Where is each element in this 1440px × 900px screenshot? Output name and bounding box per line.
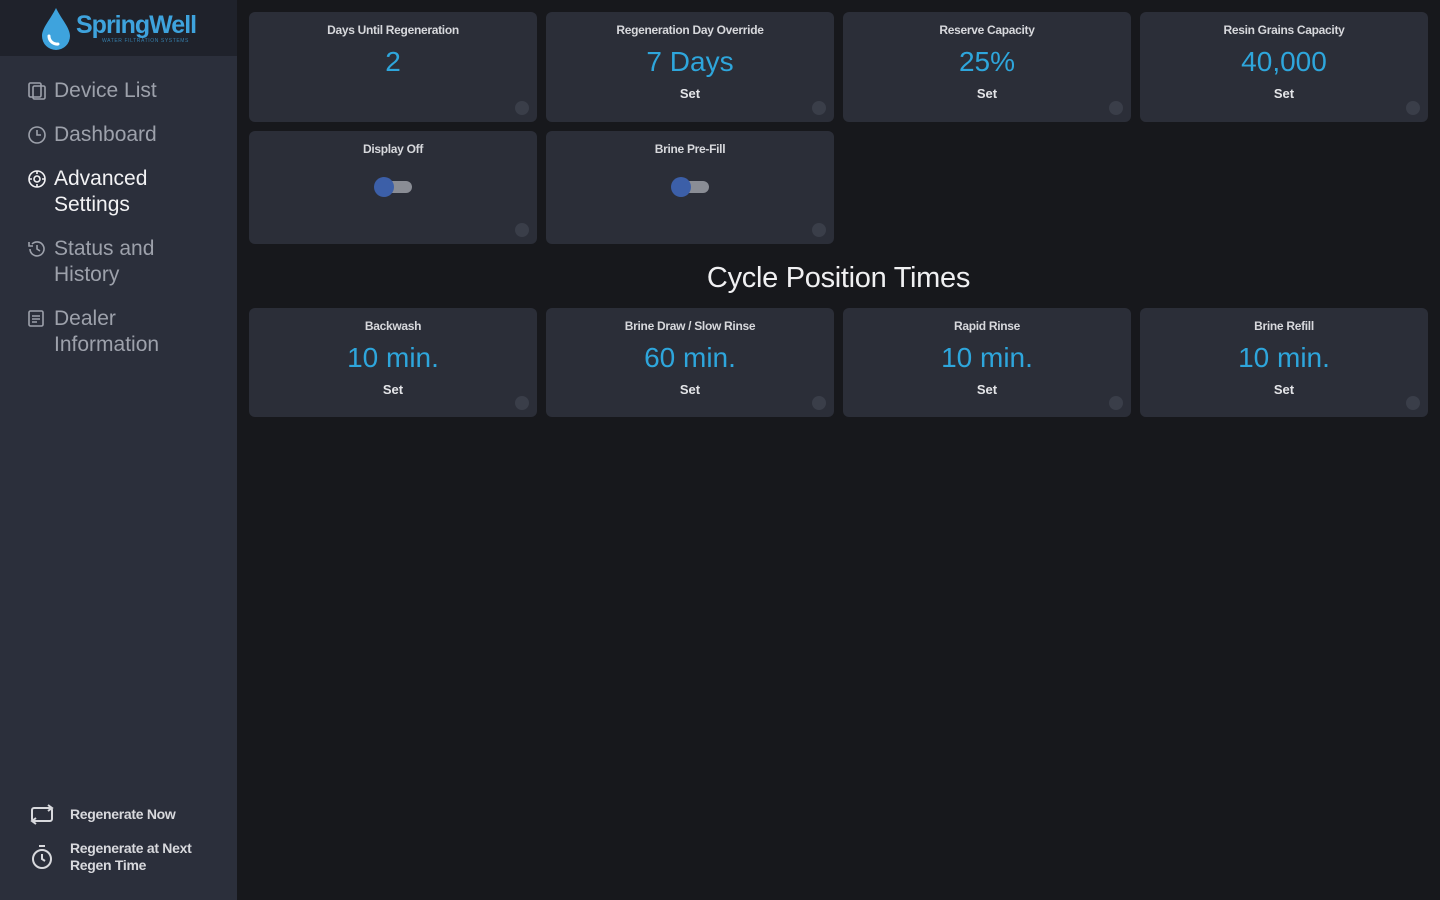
sidebar: SpringWell WATER FILTRATION SYSTEMS Devi…: [0, 0, 237, 900]
set-button[interactable]: Set: [383, 382, 403, 398]
action-label: Regenerate Now: [70, 805, 176, 822]
device-list-icon: [28, 82, 46, 100]
info-icon[interactable]: [515, 101, 529, 115]
set-button[interactable]: Set: [1274, 86, 1294, 102]
card-value: 10 min.: [1238, 342, 1330, 373]
sidebar-item-label: Device List: [54, 79, 157, 102]
info-icon[interactable]: [812, 396, 826, 410]
brand-tagline: WATER FILTRATION SYSTEMS: [102, 38, 189, 44]
card-value: 10 min.: [941, 342, 1033, 373]
sidebar-item-label: Dealer Information: [54, 307, 160, 356]
sidebar-nav: Device List Dashboard Advanced Settings …: [0, 78, 237, 376]
info-icon[interactable]: [1109, 101, 1123, 115]
sidebar-item-label: Advanced Settings: [54, 167, 148, 216]
info-icon[interactable]: [1109, 396, 1123, 410]
sidebar-item-label: Status and History: [54, 237, 155, 286]
card-value: 2: [385, 46, 401, 77]
card-title: Resin Grains Capacity: [1223, 23, 1345, 37]
card-value: 40,000: [1241, 46, 1327, 77]
brine-prefill-toggle[interactable]: [671, 177, 709, 197]
section-title: Cycle Position Times: [706, 262, 971, 294]
set-button[interactable]: Set: [1274, 382, 1294, 398]
info-icon[interactable]: [1406, 396, 1420, 410]
card-value: 60 min.: [644, 342, 736, 373]
info-icon[interactable]: [812, 223, 826, 237]
card-title: Brine Draw / Slow Rinse: [624, 319, 756, 333]
sidebar-item-dashboard[interactable]: Dashboard: [0, 122, 237, 148]
card-title: Rapid Rinse: [953, 319, 1021, 333]
card-title: Reserve Capacity: [939, 23, 1035, 37]
regenerate-now-button[interactable]: Regenerate Now: [0, 800, 237, 828]
info-icon[interactable]: [515, 396, 529, 410]
brine-refill-card: Brine Refill 10 min. Set: [1140, 308, 1428, 417]
sidebar-item-advanced-settings[interactable]: Advanced Settings: [0, 166, 237, 218]
card-title: Days Until Regeneration: [327, 23, 459, 37]
set-button[interactable]: Set: [977, 86, 997, 102]
info-icon[interactable]: [812, 101, 826, 115]
settings-icon: [28, 170, 46, 188]
regen-day-override-card: Regeneration Day Override 7 Days Set: [546, 12, 834, 122]
brine-draw-card: Brine Draw / Slow Rinse 60 min. Set: [546, 308, 834, 417]
display-off-card: Display Off: [249, 131, 537, 244]
card-value: 25%: [958, 46, 1016, 77]
set-button[interactable]: Set: [680, 382, 700, 398]
brand-logo[interactable]: SpringWell WATER FILTRATION SYSTEMS: [0, 0, 237, 56]
card-title: Regeneration Day Override: [616, 23, 764, 37]
reserve-capacity-card: Reserve Capacity 25% Set: [843, 12, 1131, 122]
display-off-toggle[interactable]: [374, 177, 412, 197]
card-value: 7 Days: [646, 46, 734, 77]
brine-prefill-card: Brine Pre-Fill: [546, 131, 834, 244]
backwash-card: Backwash 10 min. Set: [249, 308, 537, 417]
info-icon[interactable]: [1406, 101, 1420, 115]
brand-name: SpringWell: [76, 11, 197, 39]
sidebar-item-device-list[interactable]: Device List: [0, 78, 237, 104]
advanced-settings-panel: Days Until Regeneration 2 Regeneration D…: [237, 0, 1440, 900]
set-button[interactable]: Set: [977, 382, 997, 398]
action-label: Regenerate at Next Regen Time: [70, 840, 192, 873]
card-value: 10 min.: [347, 342, 439, 373]
info-icon[interactable]: [515, 223, 529, 237]
regenerate-icon: [30, 804, 54, 825]
set-button[interactable]: Set: [680, 86, 700, 102]
sidebar-item-label: Dashboard: [54, 123, 157, 146]
timer-icon: [32, 845, 52, 869]
dealer-info-icon: [28, 310, 44, 327]
sidebar-item-dealer-information[interactable]: Dealer Information: [0, 306, 237, 358]
resin-grains-card: Resin Grains Capacity 40,000 Set: [1140, 12, 1428, 122]
clock-icon: [28, 126, 46, 144]
card-title: Backwash: [364, 319, 422, 333]
card-title: Brine Pre-Fill: [654, 142, 726, 156]
card-title: Brine Refill: [1254, 319, 1314, 333]
sidebar-item-status-history[interactable]: Status and History: [0, 236, 237, 288]
quick-actions: Regenerate Now Regenerate at Next Regen …: [0, 800, 237, 886]
toggle-knob: [671, 177, 691, 197]
history-icon: [28, 241, 45, 257]
card-title: Display Off: [362, 142, 424, 156]
rapid-rinse-card: Rapid Rinse 10 min. Set: [843, 308, 1131, 417]
days-until-regen-card: Days Until Regeneration 2: [249, 12, 537, 122]
toggle-knob: [374, 177, 394, 197]
regenerate-next-time-button[interactable]: Regenerate at Next Regen Time: [0, 840, 237, 874]
water-drop-icon: [42, 8, 70, 50]
